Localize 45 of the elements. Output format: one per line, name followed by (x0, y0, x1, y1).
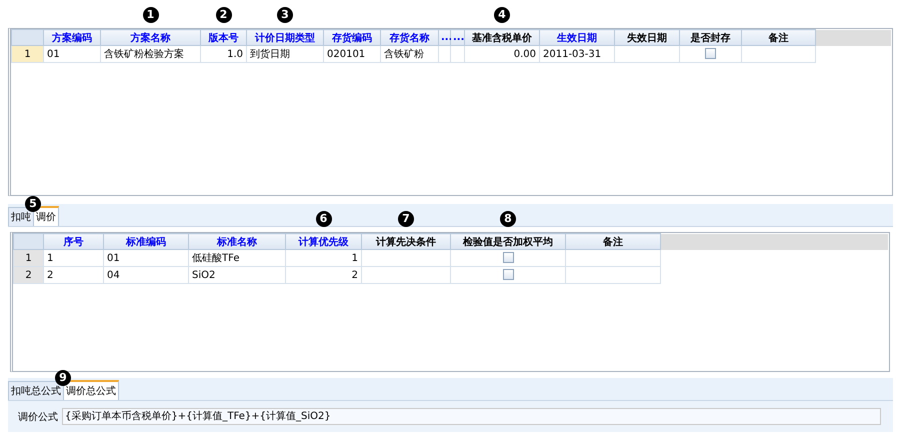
table-cell: 01 (107, 252, 120, 264)
column-header[interactable]: 存货名称 (380, 30, 438, 46)
row-number[interactable]: 2 (14, 266, 44, 284)
row-number[interactable]: 1 (14, 250, 44, 266)
table-cell: 2011-03-31 (543, 48, 602, 60)
table-cell: 1.0 (227, 48, 243, 60)
field-label: 调价公式 (18, 410, 58, 424)
column-header[interactable]: 标准名称 (188, 234, 286, 250)
column-header[interactable]: 是否封存 (680, 30, 742, 46)
column-header[interactable]: 生效日期 (540, 30, 614, 46)
table-cell: 含铁矿粉检验方案 (104, 49, 184, 60)
column-header[interactable]: 方案编码 (44, 30, 100, 46)
column-header[interactable]: 备注 (566, 234, 660, 250)
table-cell: 2 (352, 270, 358, 280)
table-cell: 含铁矿粉 (384, 49, 424, 60)
callout-number: 2 (216, 7, 232, 23)
column-header[interactable]: 备注 (742, 30, 816, 46)
table-cell: 04 (107, 270, 120, 280)
column-header[interactable]: 存货编码 (324, 30, 380, 46)
table-cell: 2 (47, 270, 54, 280)
row-number[interactable]: 1 (12, 46, 44, 62)
table-cell: 到货日期 (250, 49, 290, 60)
tab[interactable]: 调价总公式 (63, 380, 119, 400)
table-cell: SiO2 (192, 270, 216, 280)
table-cell: 低硅酸TFe (192, 253, 240, 264)
tab[interactable]: 扣吨 (8, 207, 34, 226)
checkbox[interactable] (705, 48, 716, 60)
callout-number: 1 (142, 7, 158, 23)
formula-field[interactable]: {采购订单本币含税单价}+{计算值_TFe}+{计算值_SiO2} (62, 408, 881, 425)
tab[interactable]: 调价 (33, 206, 59, 226)
tab[interactable]: 扣吨总公式 (8, 381, 64, 400)
table-cell: 0.00 (514, 48, 536, 60)
callout-number: 5 (25, 196, 41, 212)
checkbox[interactable] (502, 252, 514, 264)
table-cell: 1 (352, 252, 358, 264)
column-header[interactable]: 标准编码 (104, 234, 188, 250)
column-header[interactable]: 序号 (44, 234, 104, 250)
callout-number: 3 (277, 7, 293, 23)
table-cell: 01 (47, 48, 60, 60)
column-header[interactable]: ... (450, 30, 464, 46)
table-cell: 020101 (327, 48, 366, 60)
column-header[interactable]: 失效日期 (614, 30, 680, 46)
callout-number: 4 (494, 7, 510, 23)
checkbox[interactable] (502, 269, 514, 280)
table-cell: 1 (47, 252, 54, 264)
